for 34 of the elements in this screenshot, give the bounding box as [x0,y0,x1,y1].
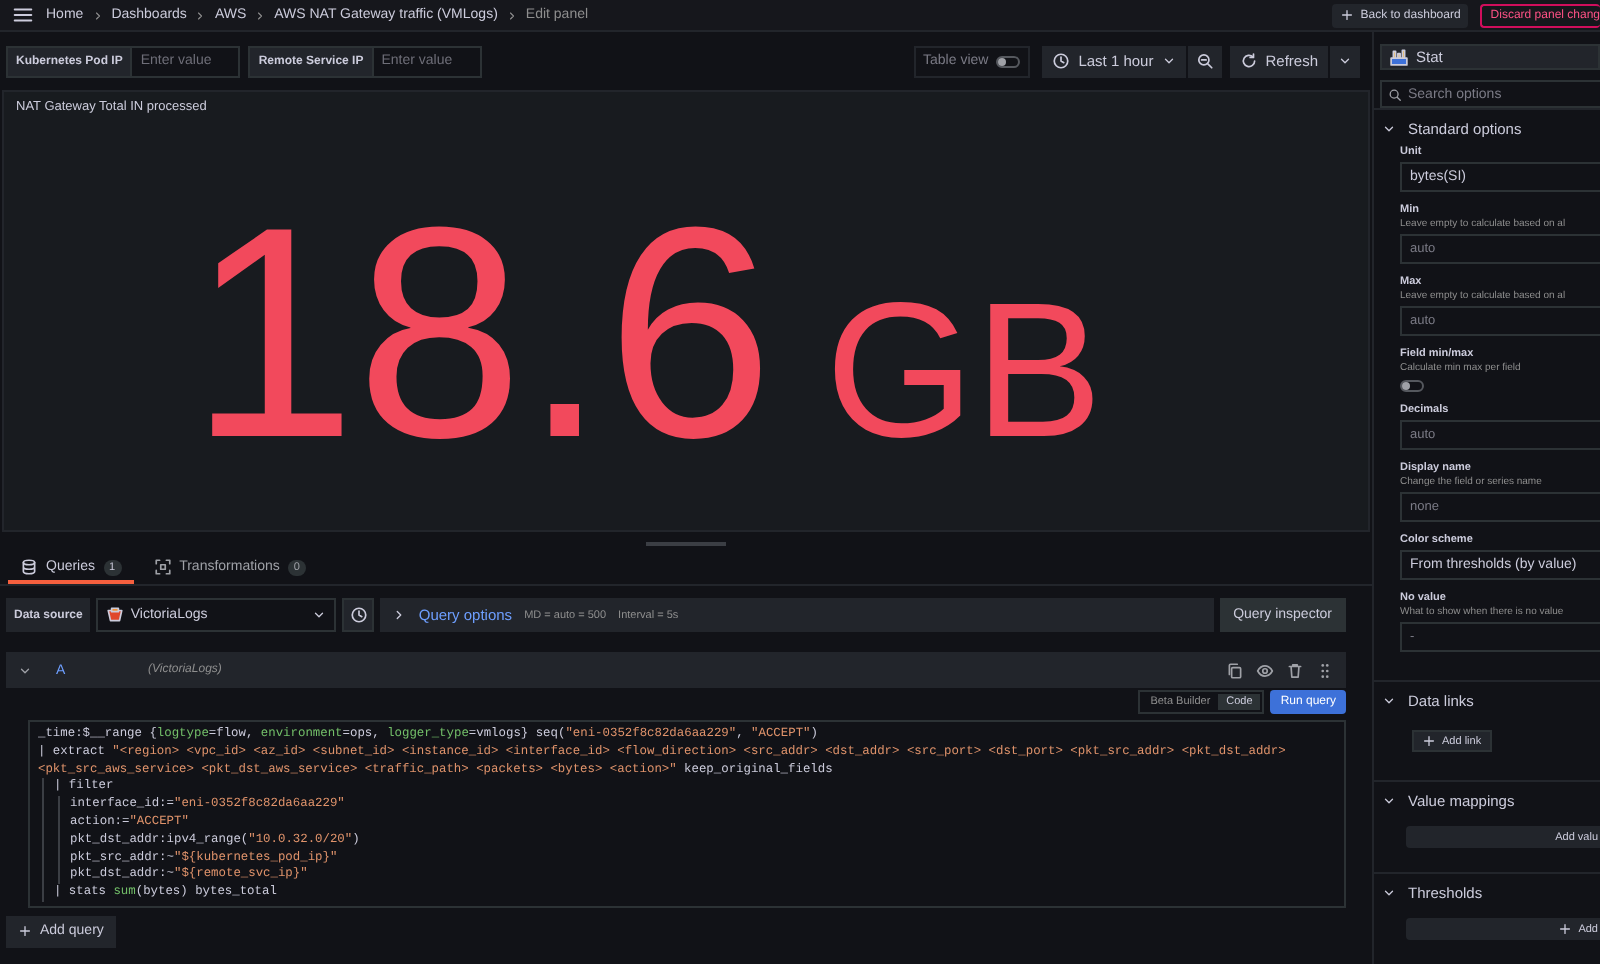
plus-icon [1340,8,1355,22]
copy-icon[interactable] [1226,661,1244,679]
trash-icon[interactable] [1286,661,1304,679]
transform-icon [153,558,172,576]
search-icon [1388,87,1402,101]
stat-icon [1390,48,1408,66]
plus-icon [1558,922,1573,936]
clock-icon [349,606,368,624]
clock-icon [1052,52,1071,70]
refresh-icon [1239,52,1258,70]
caret-icon [1161,54,1176,68]
chevron-right-icon [505,9,518,21]
history-button[interactable] [342,598,375,632]
code-editor[interactable] [28,720,1346,908]
plus-icon [18,924,32,939]
stat-value: 18.6 [189,182,774,482]
zoom-out-button[interactable] [1187,45,1222,77]
database-icon [20,558,38,576]
chevron-right-icon [91,9,104,21]
caret-icon [1338,54,1352,68]
eye-icon[interactable] [1256,661,1274,679]
menu-icon[interactable] [12,4,34,26]
toggle-switch[interactable] [996,55,1021,67]
chevron-right-icon [392,608,407,622]
plus-icon [1422,734,1436,748]
toggle-switch[interactable] [1400,380,1424,392]
caret-icon [312,608,327,622]
chevron-right-icon [254,9,267,21]
drag-handle-icon[interactable] [1316,661,1334,679]
datasource-logo-icon [106,606,125,624]
zoom-out-icon [1195,52,1214,70]
stat-unit: GB [825,276,1103,468]
chevron-right-icon [194,9,207,21]
collapse-icon[interactable] [18,663,32,677]
